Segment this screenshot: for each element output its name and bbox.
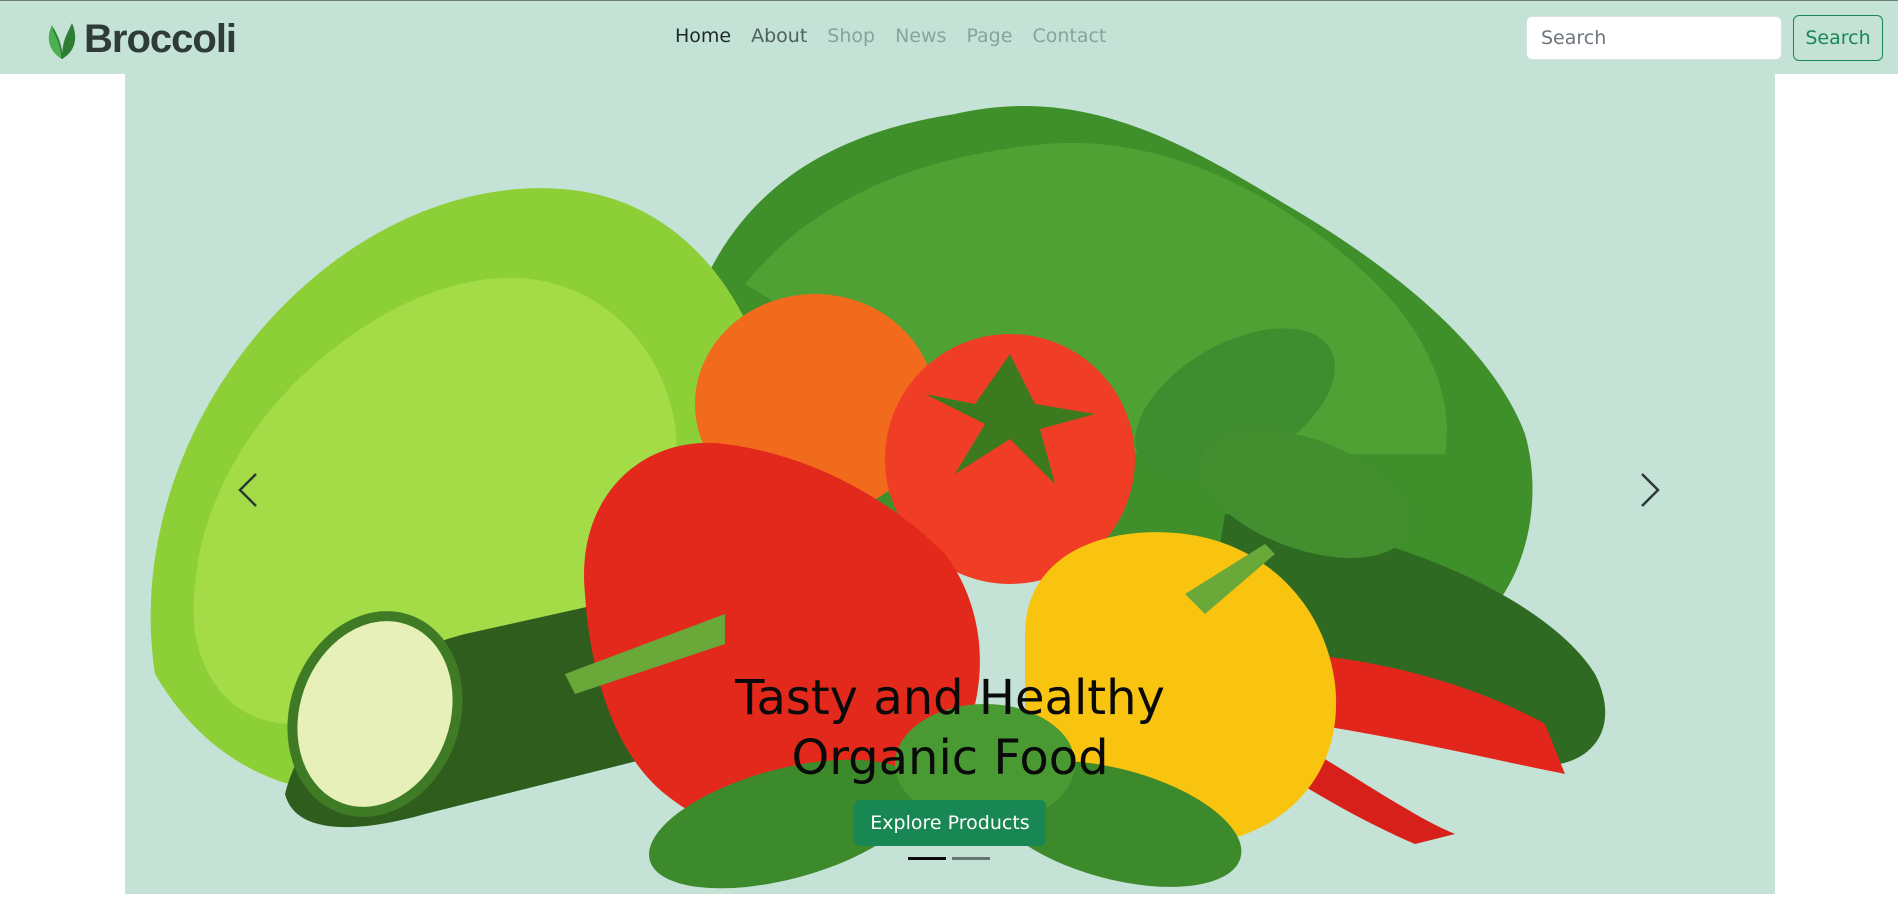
carousel-indicators [908,857,990,860]
nav-shop[interactable]: Shop [827,25,875,47]
hero-title-line2: Organic Food [791,730,1109,786]
main-nav: Home About Shop News Page Contact [675,25,1126,47]
carousel-indicator-2[interactable] [952,857,990,860]
navbar: Broccoli Home About Shop News Page Conta… [0,1,1898,74]
chevron-right-icon [1641,473,1660,507]
nav-contact[interactable]: Contact [1032,25,1106,47]
carousel-prev-control[interactable] [228,460,268,520]
nav-about[interactable]: About [751,25,807,47]
hero-title-line1: Tasty and Healthy [735,670,1165,726]
explore-products-button[interactable]: Explore Products [854,800,1046,846]
search-input[interactable] [1526,16,1782,60]
brand[interactable]: Broccoli [44,16,237,61]
brand-name: Broccoli [84,16,237,61]
nav-home[interactable]: Home [675,25,731,47]
leaf-icon [48,23,76,60]
nav-page[interactable]: Page [966,25,1012,47]
hero-title: Tasty and Healthy Organic Food [125,668,1775,788]
hero-carousel: Tasty and Healthy Organic Food Explore P… [125,74,1775,894]
chevron-left-icon [238,473,257,507]
carousel-indicator-1[interactable] [908,857,946,860]
carousel-next-control[interactable] [1630,460,1670,520]
hero-caption: Tasty and Healthy Organic Food Explore P… [125,668,1775,846]
nav-news[interactable]: News [895,25,946,47]
search-button[interactable]: Search [1793,15,1883,61]
